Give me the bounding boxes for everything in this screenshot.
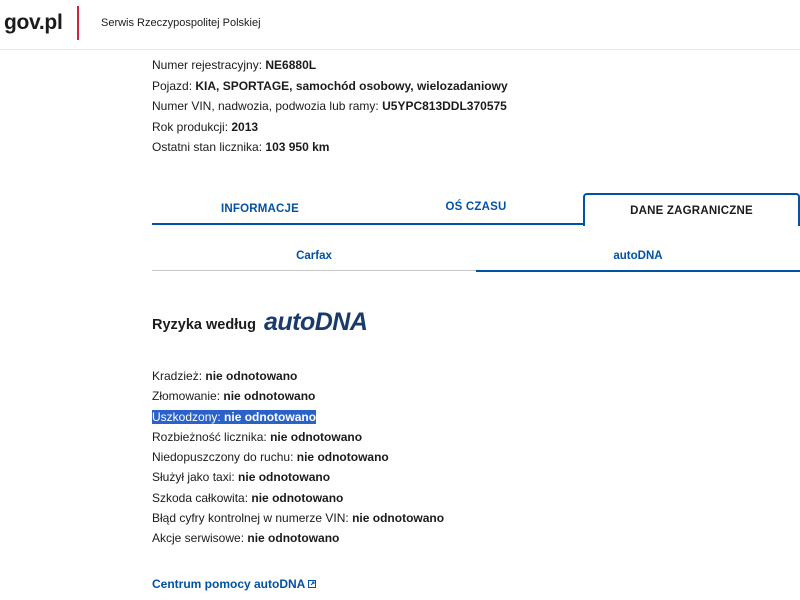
autodna-help-link[interactable]: Centrum pomocy autoDNA — [152, 577, 317, 591]
registration-number-row: Numer rejestracyjny: NE6880L — [152, 55, 508, 76]
vehicle-value: KIA, SPORTAGE, samochód osobowy, wieloza… — [195, 78, 508, 93]
vin-row: Numer VIN, nadwozia, podwozia lub ramy: … — [152, 96, 508, 117]
risk-label: Kradzież: — [152, 369, 203, 383]
production-year-label: Rok produkcji: — [152, 119, 229, 134]
risk-label: Błąd cyfry kontrolnej w numerze VIN: — [152, 511, 349, 526]
risk-value: nie odnotowano — [270, 429, 363, 444]
risk-item-odometer-discrepancy: Rozbieżność licznika: nie odnotowano — [152, 427, 444, 447]
risk-label: Niedopuszczony do ruchu: — [152, 450, 294, 465]
risk-label: Uszkodzony: — [152, 409, 221, 424]
subtab-carfax[interactable]: Carfax — [152, 242, 476, 271]
help-link-label: Centrum pomocy autoDNA — [152, 577, 306, 591]
tab-dane-zagraniczne[interactable]: DANE ZAGRANICZNE — [583, 193, 800, 226]
service-name: Serwis Rzeczypospolitej Polskiej — [101, 17, 261, 29]
odometer-row: Ostatni stan licznika: 103 950 km — [152, 137, 508, 158]
risk-item-service-actions: Akcje serwisowe: nie odnotowano — [152, 528, 444, 548]
main-tabs: INFORMACJE OŚ CZASU DANE ZAGRANICZNE — [152, 193, 800, 226]
risk-heading: Ryzyka według autoDNA — [152, 308, 368, 336]
risk-label: Rozbieżność licznika: — [152, 429, 267, 444]
production-year-value: 2013 — [231, 119, 259, 134]
risk-item-taxi: Służył jako taxi: nie odnotowano — [152, 467, 444, 487]
risk-value: nie odnotowano — [205, 369, 298, 383]
risk-label: Akcje serwisowe: — [152, 531, 245, 546]
risk-item-theft: Kradzież: nie odnotowano — [152, 366, 444, 386]
gov-logo[interactable]: gov.pl — [4, 11, 63, 35]
tab-informacje[interactable]: INFORMACJE — [152, 193, 368, 225]
vin-label: Numer VIN, nadwozia, podwozia lub ramy: — [152, 99, 379, 113]
odometer-label: Ostatni stan licznika: — [152, 140, 263, 154]
logo-divider — [77, 6, 79, 40]
risk-item-scrapped: Złomowanie: nie odnotowano — [152, 386, 444, 406]
risk-value: nie odnotowano — [238, 470, 331, 485]
risk-item-not-roadworthy: Niedopuszczony do ruchu: nie odnotowano — [152, 447, 444, 467]
subtab-autodna[interactable]: autoDNA — [476, 242, 800, 272]
risk-value: nie odnotowano — [223, 389, 316, 404]
production-year-row: Rok produkcji: 2013 — [152, 117, 508, 138]
source-subtabs: Carfax autoDNA — [152, 242, 800, 272]
vin-value: U5YPC813DDL370575 — [382, 99, 507, 113]
risk-value: nie odnotowano — [247, 531, 340, 546]
risk-label: Służył jako taxi: — [152, 470, 235, 485]
risk-heading-label: Ryzyka według — [152, 317, 256, 333]
vehicle-label: Pojazd: — [152, 78, 193, 93]
autodna-logo: autoDNA — [263, 308, 368, 336]
external-link-icon — [308, 580, 317, 588]
risk-label: Złomowanie: — [152, 389, 221, 404]
risk-label: Szkoda całkowita: — [152, 490, 249, 505]
risk-value: nie odnotowano — [224, 409, 317, 424]
risk-value: nie odnotowano — [352, 511, 445, 526]
registration-number-value: NE6880L — [265, 58, 317, 72]
risk-item-damaged: Uszkodzony: nie odnotowano — [152, 407, 444, 427]
risk-value: nie odnotowano — [296, 450, 389, 465]
risk-value: nie odnotowano — [251, 490, 344, 505]
risk-item-vin-check-digit: Błąd cyfry kontrolnej w numerze VIN: nie… — [152, 508, 444, 528]
odometer-value: 103 950 km — [265, 140, 330, 154]
risk-item-total-loss: Szkoda całkowita: nie odnotowano — [152, 488, 444, 508]
risk-list: Kradzież: nie odnotowano Złomowanie: nie… — [152, 366, 444, 549]
tab-os-czasu[interactable]: OŚ CZASU — [368, 193, 584, 225]
vehicle-info: Numer rejestracyjny: NE6880L Pojazd: KIA… — [152, 55, 508, 158]
vehicle-row: Pojazd: KIA, SPORTAGE, samochód osobowy,… — [152, 76, 508, 97]
registration-number-label: Numer rejestracyjny: — [152, 58, 263, 72]
top-bar: gov.pl Serwis Rzeczypospolitej Polskiej — [0, 0, 800, 50]
